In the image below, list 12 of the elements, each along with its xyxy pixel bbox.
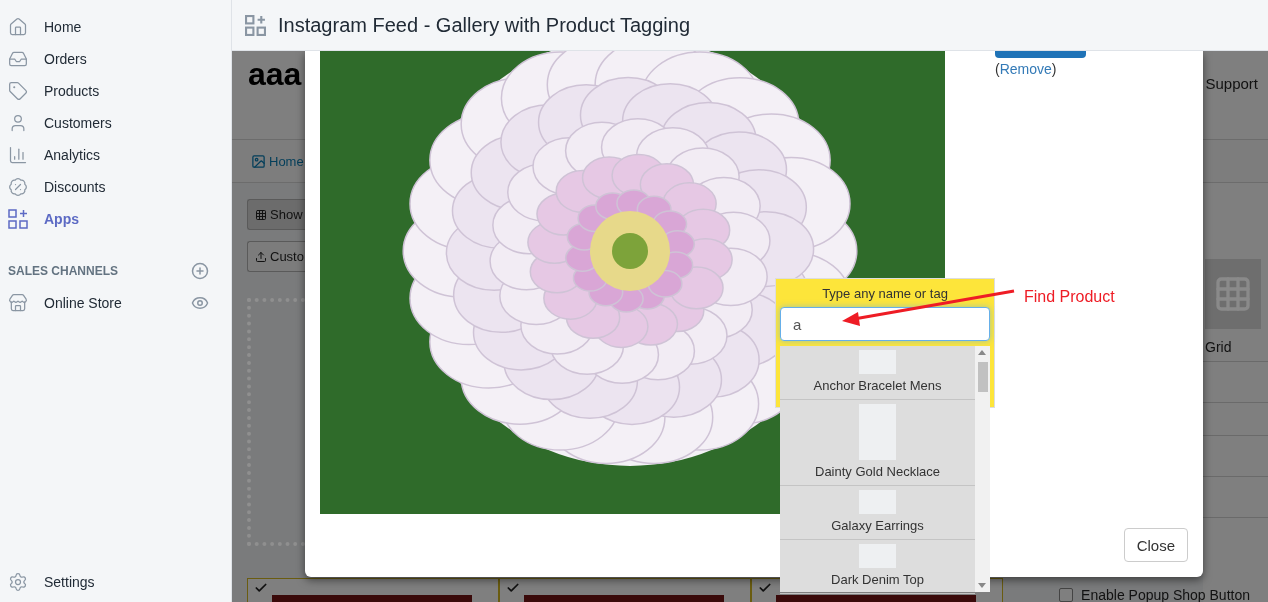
- layout-label: Grid: [1205, 339, 1233, 355]
- remove-note: (Remove): [995, 61, 1057, 77]
- store-title: aaa: [248, 57, 302, 93]
- section-heading: SALES CHANNELS: [8, 264, 118, 278]
- page-title: Instagram Feed - Gallery with Product Tagging: [278, 13, 691, 37]
- annotation-label: Find Product: [1024, 288, 1115, 306]
- setting-label: Enable Popup Shop Button: [1081, 587, 1250, 602]
- product-name: Dark Denim Top: [831, 571, 924, 589]
- product-name: Dainty Gold Necklace: [815, 463, 940, 481]
- product-name: Anchor Bracelet Mens: [813, 377, 942, 395]
- search-label: Type any name or tag: [822, 286, 948, 301]
- product-name: Galaxy Earrings: [831, 517, 924, 535]
